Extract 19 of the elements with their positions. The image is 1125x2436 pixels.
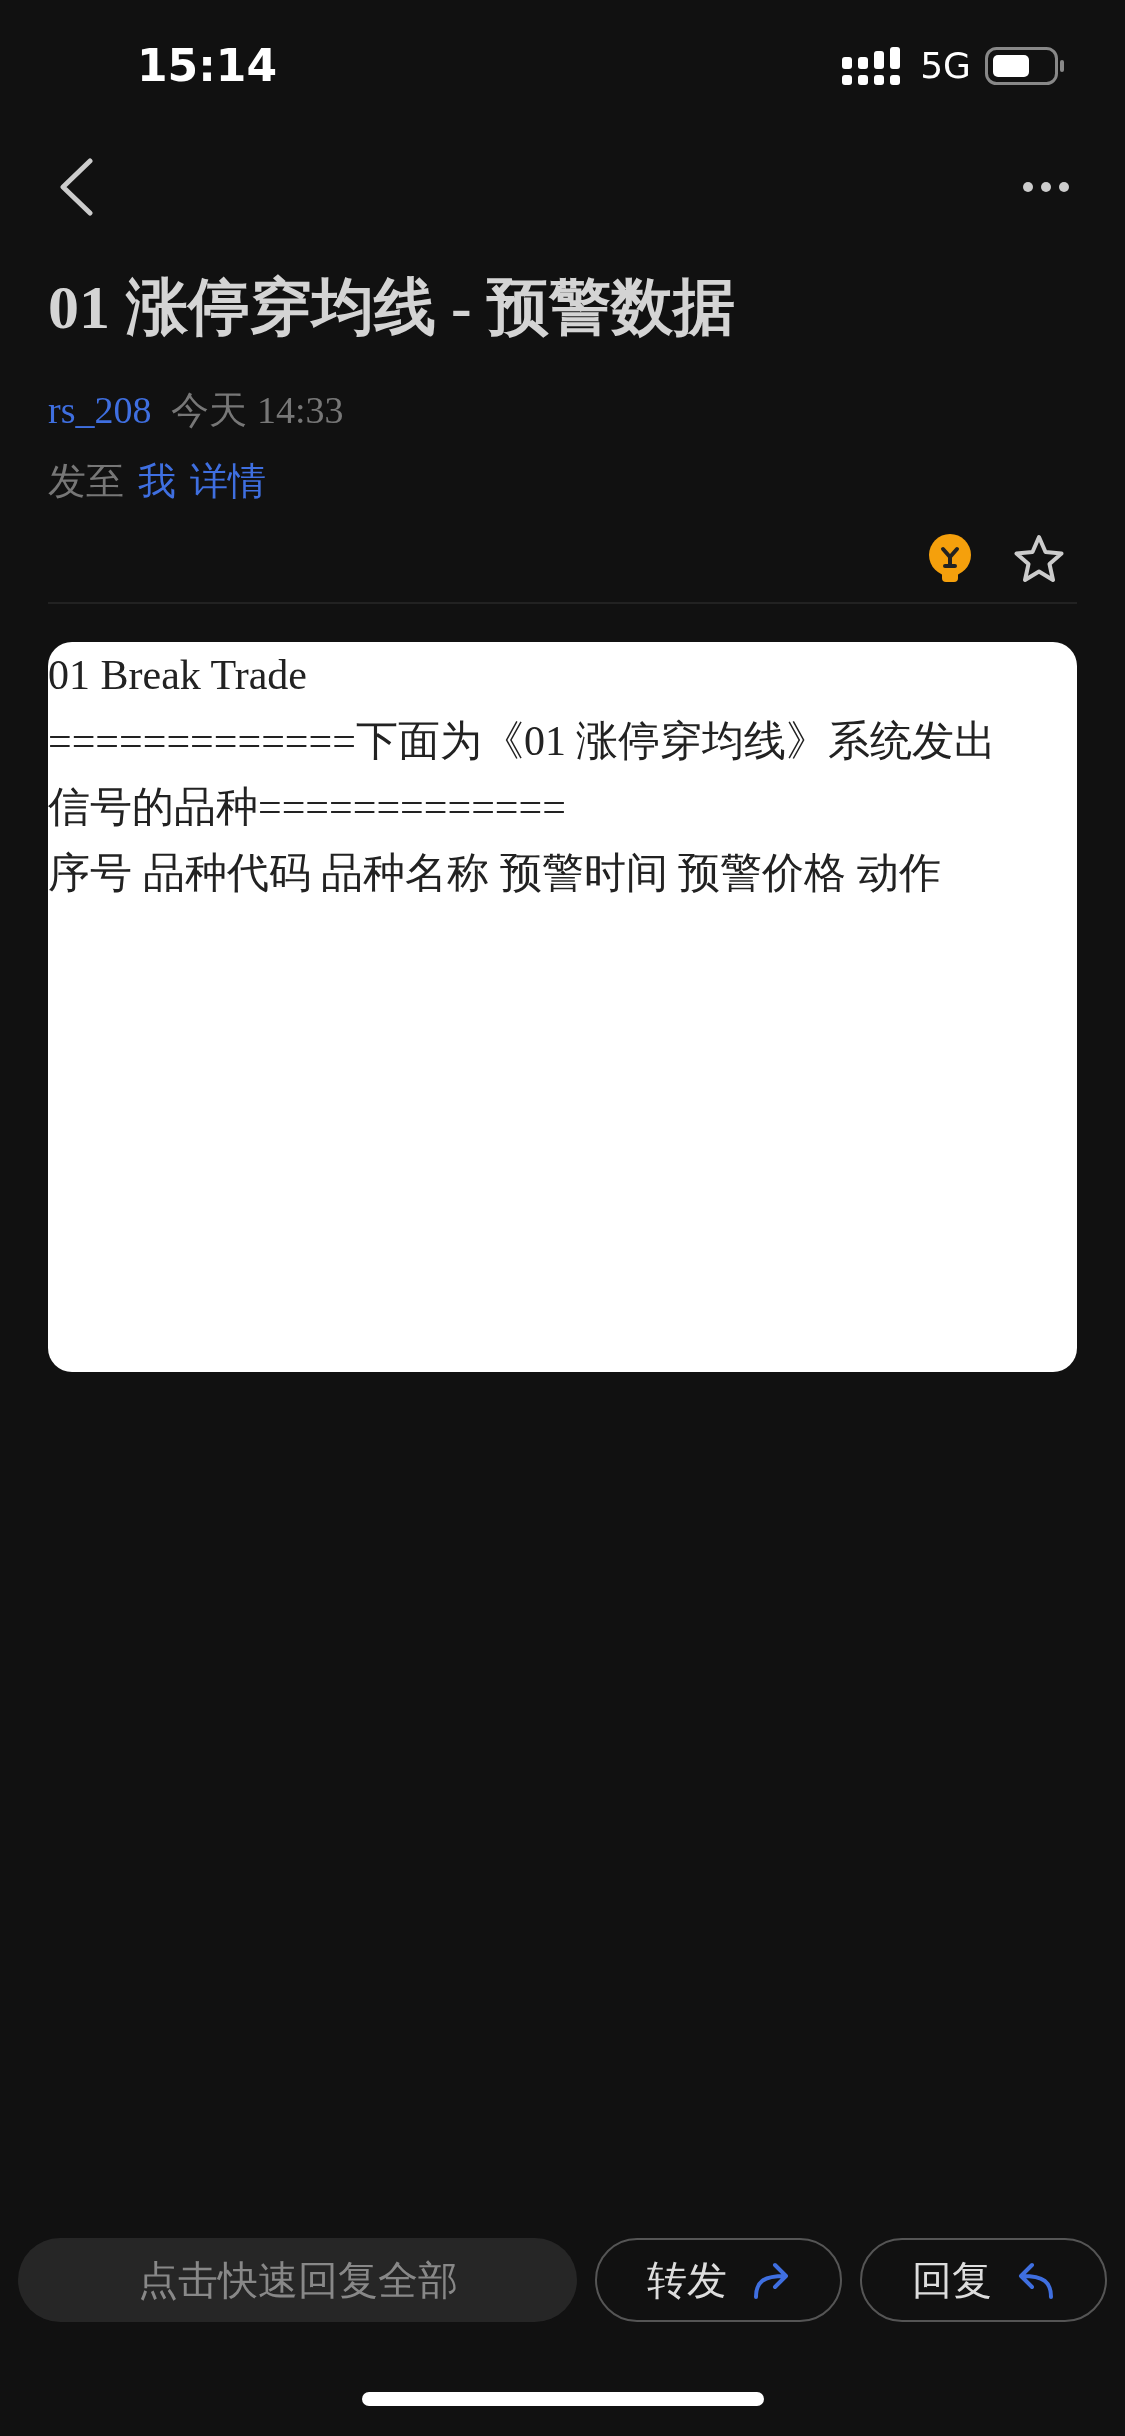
battery-icon: [985, 47, 1065, 85]
lightbulb-icon[interactable]: [927, 534, 973, 584]
body-text: =============下面为《01 涨停穿均线》系统发出信号的品种=============: [48, 717, 998, 832]
more-icon[interactable]: [1022, 181, 1070, 193]
send-to-label: 发至: [48, 459, 124, 504]
forward-button[interactable]: 转发: [595, 2238, 843, 2322]
back-icon[interactable]: [58, 158, 94, 216]
quick-reply-field[interactable]: 点击快速回复全部: [18, 2238, 578, 2322]
status-time: 15:14: [137, 39, 278, 93]
network-label: 5G: [920, 44, 971, 88]
message-date: 今天 14:33: [171, 388, 344, 433]
reply-button[interactable]: 回复: [860, 2238, 1107, 2322]
body-text: 序号 品种代码 品种名称 预警时间 预警价格 动作: [48, 849, 942, 898]
body-text: 01 Break Trade: [48, 651, 308, 700]
recipient-link[interactable]: 我: [138, 453, 176, 510]
details-link[interactable]: 详情: [190, 453, 266, 510]
star-icon[interactable]: [1013, 534, 1065, 584]
sender-link[interactable]: rs_208: [48, 382, 152, 439]
message-title: 01 涨停穿均线 - 预警数据: [48, 272, 737, 343]
